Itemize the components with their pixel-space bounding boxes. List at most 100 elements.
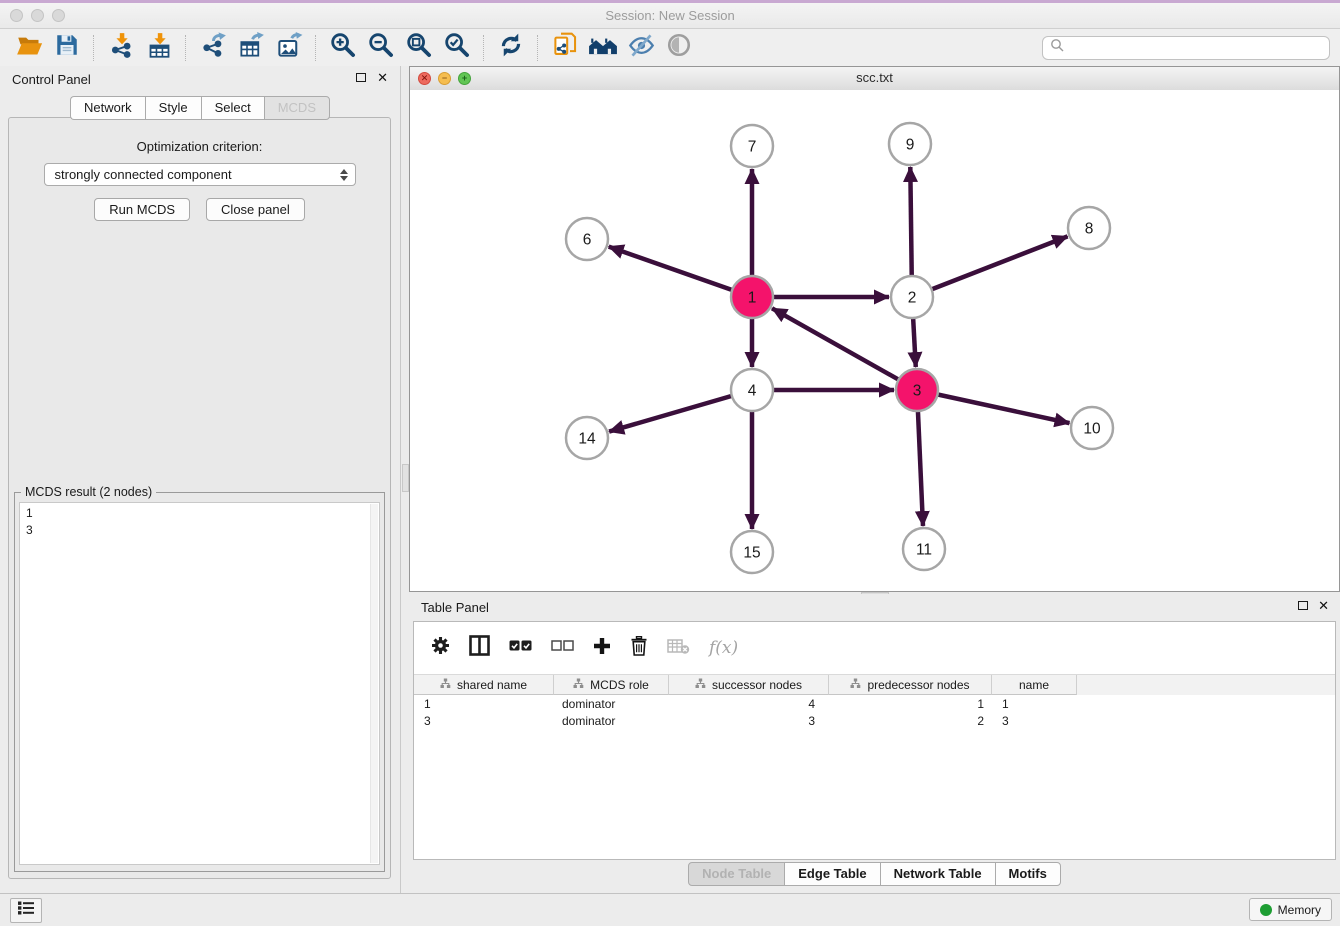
result-scrollbar[interactable] — [370, 504, 378, 863]
add-button[interactable] — [593, 637, 611, 660]
maximize-view-button[interactable]: + — [458, 72, 471, 85]
tab-style[interactable]: Style — [145, 96, 201, 120]
table-row-2[interactable]: 3dominator323 — [414, 712, 1335, 729]
deselect-all-button[interactable] — [551, 639, 574, 658]
close-window-button[interactable] — [10, 9, 23, 22]
cell-successor-nodes[interactable]: 4 — [669, 697, 829, 711]
import-network-button[interactable] — [102, 32, 140, 64]
table-panel: Table Panel ✕ f(x) shared nameMCDS roles… — [409, 594, 1340, 894]
save-session-button[interactable] — [48, 32, 86, 64]
close-panel-icon[interactable]: ✕ — [377, 70, 388, 86]
hide-panels-button[interactable] — [622, 32, 660, 64]
cell-successor-nodes[interactable]: 3 — [669, 714, 829, 728]
edge-3-1[interactable] — [772, 308, 917, 390]
function-button: f(x) — [709, 638, 738, 658]
delete-button[interactable] — [630, 636, 648, 661]
close-table-panel-icon[interactable]: ✕ — [1318, 598, 1329, 614]
network-view-titlebar: ✕ − + scc.txt — [410, 67, 1339, 91]
cell-predecessor-nodes[interactable]: 2 — [829, 714, 992, 728]
window-controls — [10, 9, 65, 22]
node-10-label: 10 — [1083, 421, 1101, 438]
clone-network-button[interactable] — [546, 32, 584, 64]
float-table-panel-icon[interactable] — [1298, 601, 1308, 610]
zoom-selected-icon — [444, 32, 471, 64]
cell-shared-name[interactable]: 3 — [414, 714, 554, 728]
criterion-dropdown[interactable]: strongly connected component — [44, 163, 356, 186]
zoom-fit-icon — [406, 32, 433, 64]
network-window-controls: ✕ − + — [418, 72, 471, 85]
cell-name[interactable]: 3 — [992, 714, 1077, 728]
column-header-shared-name[interactable]: shared name — [414, 675, 554, 695]
zoom-fit-button[interactable] — [400, 32, 438, 64]
tab-edge-table[interactable]: Edge Table — [784, 862, 880, 886]
mcds-result-group: MCDS result (2 nodes) 1 3 — [14, 492, 385, 872]
column-header-predecessor-nodes[interactable]: predecessor nodes — [829, 675, 992, 695]
table-row-1[interactable]: 1dominator411 — [414, 695, 1335, 712]
cell-shared-name[interactable]: 1 — [414, 697, 554, 711]
search-box — [1042, 36, 1330, 60]
node-8-label: 8 — [1085, 221, 1094, 238]
tab-node-table[interactable]: Node Table — [688, 862, 785, 886]
tab-network[interactable]: Network — [70, 96, 145, 120]
open-file-button[interactable] — [10, 32, 48, 64]
export-network-button[interactable] — [194, 32, 232, 64]
add-icon — [593, 637, 611, 660]
mcds-panel: Optimization criterion: strongly connect… — [8, 117, 391, 879]
zoom-window-button[interactable] — [52, 9, 65, 22]
cell-predecessor-nodes[interactable]: 1 — [829, 697, 992, 711]
memory-button[interactable]: Memory — [1249, 898, 1332, 921]
close-panel-button[interactable]: Close panel — [206, 198, 305, 221]
mcds-result-text: 1 3 — [20, 503, 379, 541]
cell-name[interactable]: 1 — [992, 697, 1077, 711]
minimize-window-button[interactable] — [31, 9, 44, 22]
export-image-icon — [276, 32, 303, 64]
task-history-button[interactable] — [10, 898, 42, 923]
select-all-icon — [509, 639, 532, 658]
right-column: ✕ − + scc.txt 7968124314101511 Table Pan… — [409, 66, 1340, 894]
dropdown-stepper-icon — [340, 169, 348, 181]
column-header-MCDS-role[interactable]: MCDS role — [554, 675, 669, 695]
network-canvas[interactable]: 7968124314101511 — [410, 90, 1339, 591]
close-view-button[interactable]: ✕ — [418, 72, 431, 85]
control-panel-title: Control Panel — [12, 72, 91, 87]
search-input[interactable] — [1069, 39, 1322, 56]
home-icon — [588, 32, 618, 63]
float-panel-icon[interactable] — [356, 73, 366, 82]
zoom-in-icon — [330, 32, 357, 64]
cell-MCDS-role[interactable]: dominator — [554, 714, 669, 728]
minimize-view-button[interactable]: − — [438, 72, 451, 85]
tab-network-table[interactable]: Network Table — [880, 862, 996, 886]
edge-3-10[interactable] — [917, 390, 1070, 423]
toggle-columns-button[interactable] — [469, 635, 490, 661]
tree-icon — [440, 678, 451, 692]
tab-select[interactable]: Select — [201, 96, 264, 120]
tab-mcds[interactable]: MCDS — [264, 96, 330, 120]
zoom-selected-button[interactable] — [438, 32, 476, 64]
settings-button[interactable] — [431, 636, 450, 660]
edge-4-14[interactable] — [609, 390, 752, 432]
toolbar-separator — [483, 35, 485, 61]
cell-MCDS-role[interactable]: dominator — [554, 697, 669, 711]
column-header-name[interactable]: name — [992, 675, 1077, 695]
zoom-out-button[interactable] — [362, 32, 400, 64]
show-view-button[interactable] — [660, 32, 698, 64]
panel-splitter[interactable] — [400, 66, 409, 894]
run-mcds-button[interactable]: Run MCDS — [94, 198, 190, 221]
import-table-button[interactable] — [140, 32, 178, 64]
zoom-in-button[interactable] — [324, 32, 362, 64]
refresh-button[interactable] — [492, 32, 530, 64]
column-label: predecessor nodes — [867, 678, 969, 692]
window-title: Session: New Session — [0, 3, 1340, 28]
column-label: MCDS role — [590, 678, 649, 692]
home-button[interactable] — [584, 32, 622, 64]
column-header-successor-nodes[interactable]: successor nodes — [669, 675, 829, 695]
splitter-handle-icon[interactable] — [402, 464, 409, 492]
edge-1-6[interactable] — [609, 247, 752, 297]
tab-motifs[interactable]: Motifs — [995, 862, 1061, 886]
edge-2-8[interactable] — [912, 236, 1068, 297]
export-image-button[interactable] — [270, 32, 308, 64]
select-all-button[interactable] — [509, 639, 532, 658]
export-table-button[interactable] — [232, 32, 270, 64]
node-2-label: 2 — [908, 290, 917, 307]
column-label: successor nodes — [712, 678, 802, 692]
